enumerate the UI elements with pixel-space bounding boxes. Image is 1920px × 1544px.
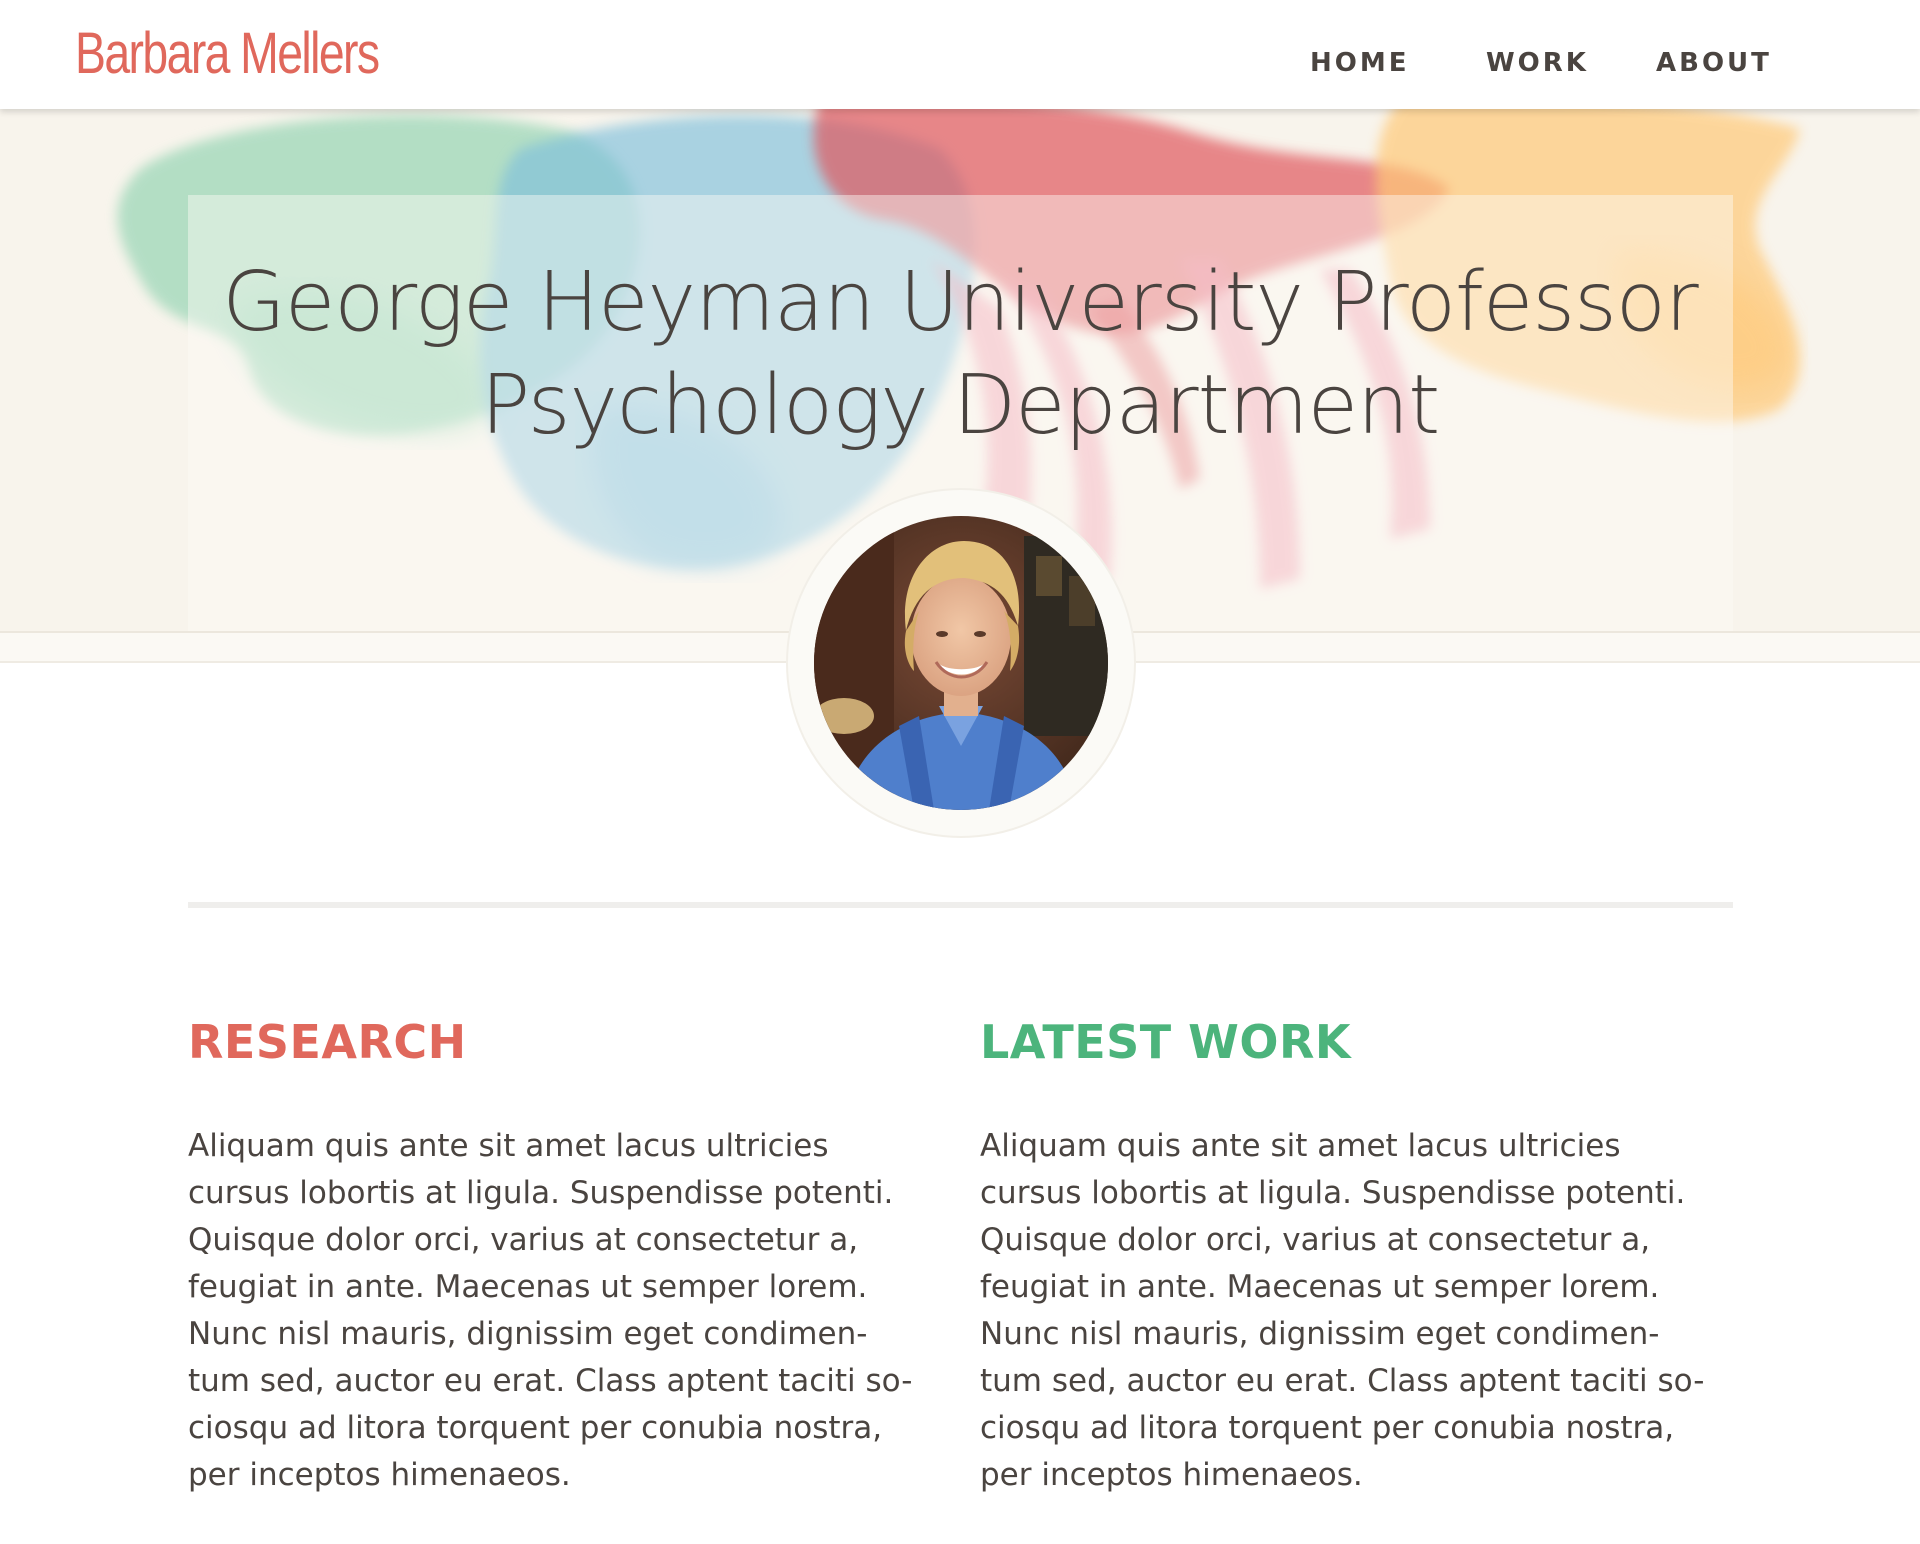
latest-work-line: cursus lobortis at ligula. Suspendisse p… <box>980 1175 1686 1211</box>
research-line: cursus lobortis at ligula. Suspendisse p… <box>188 1175 894 1211</box>
hero-title-line-1: George Heyman University Professor <box>222 255 1698 350</box>
latest-work-line: Aliquam quis ante sit amet lacus ultrici… <box>980 1128 1621 1164</box>
nav-item-about[interactable]: ABOUT <box>1656 48 1772 78</box>
latest-work-line: Quisque dolor orci, varius at consectetu… <box>980 1222 1651 1258</box>
research-line: Nunc nisl mauris, dignissim eget condime… <box>188 1316 868 1352</box>
site-brand-link[interactable]: Barbara Mellers <box>75 20 380 87</box>
latest-work-line: Nunc nisl mauris, dignissim eget condime… <box>980 1316 1660 1352</box>
research-body: Aliquam quis ante sit amet lacus ultrici… <box>188 1123 958 1499</box>
portrait-photo-icon <box>814 516 1108 810</box>
latest-work-heading: LATEST WORK <box>980 1015 1352 1069</box>
avatar-frame <box>788 490 1134 836</box>
research-line: feugiat in ante. Maecenas ut semper lore… <box>188 1269 868 1305</box>
research-section: RESEARCH Aliquam quis ante sit amet lacu… <box>188 1015 958 1499</box>
latest-work-line: feugiat in ante. Maecenas ut semper lore… <box>980 1269 1660 1305</box>
research-line: Aliquam quis ante sit amet lacus ultrici… <box>188 1128 829 1164</box>
top-navbar: Barbara Mellers HOME WORK ABOUT <box>0 0 1920 109</box>
research-line: Quisque dolor orci, varius at consectetu… <box>188 1222 859 1258</box>
research-line: per inceptos himenaeos. <box>188 1457 571 1493</box>
research-line: tum sed, auctor eu erat. Class aptent ta… <box>188 1363 913 1399</box>
latest-work-line: per inceptos himenaeos. <box>980 1457 1363 1493</box>
latest-work-section: LATEST WORK Aliquam quis ante sit amet l… <box>980 1015 1750 1499</box>
research-line: ciosqu ad litora torquent per conubia no… <box>188 1410 883 1446</box>
nav-item-work[interactable]: WORK <box>1486 48 1589 78</box>
section-divider <box>188 902 1733 908</box>
avatar <box>814 516 1108 810</box>
latest-work-body: Aliquam quis ante sit amet lacus ultrici… <box>980 1123 1750 1499</box>
hero-title-line-2: Psychology Department <box>480 358 1440 453</box>
latest-work-line: ciosqu ad litora torquent per conubia no… <box>980 1410 1675 1446</box>
nav-item-home[interactable]: HOME <box>1310 48 1410 78</box>
latest-work-line: tum sed, auctor eu erat. Class aptent ta… <box>980 1363 1705 1399</box>
research-heading: RESEARCH <box>188 1015 467 1069</box>
